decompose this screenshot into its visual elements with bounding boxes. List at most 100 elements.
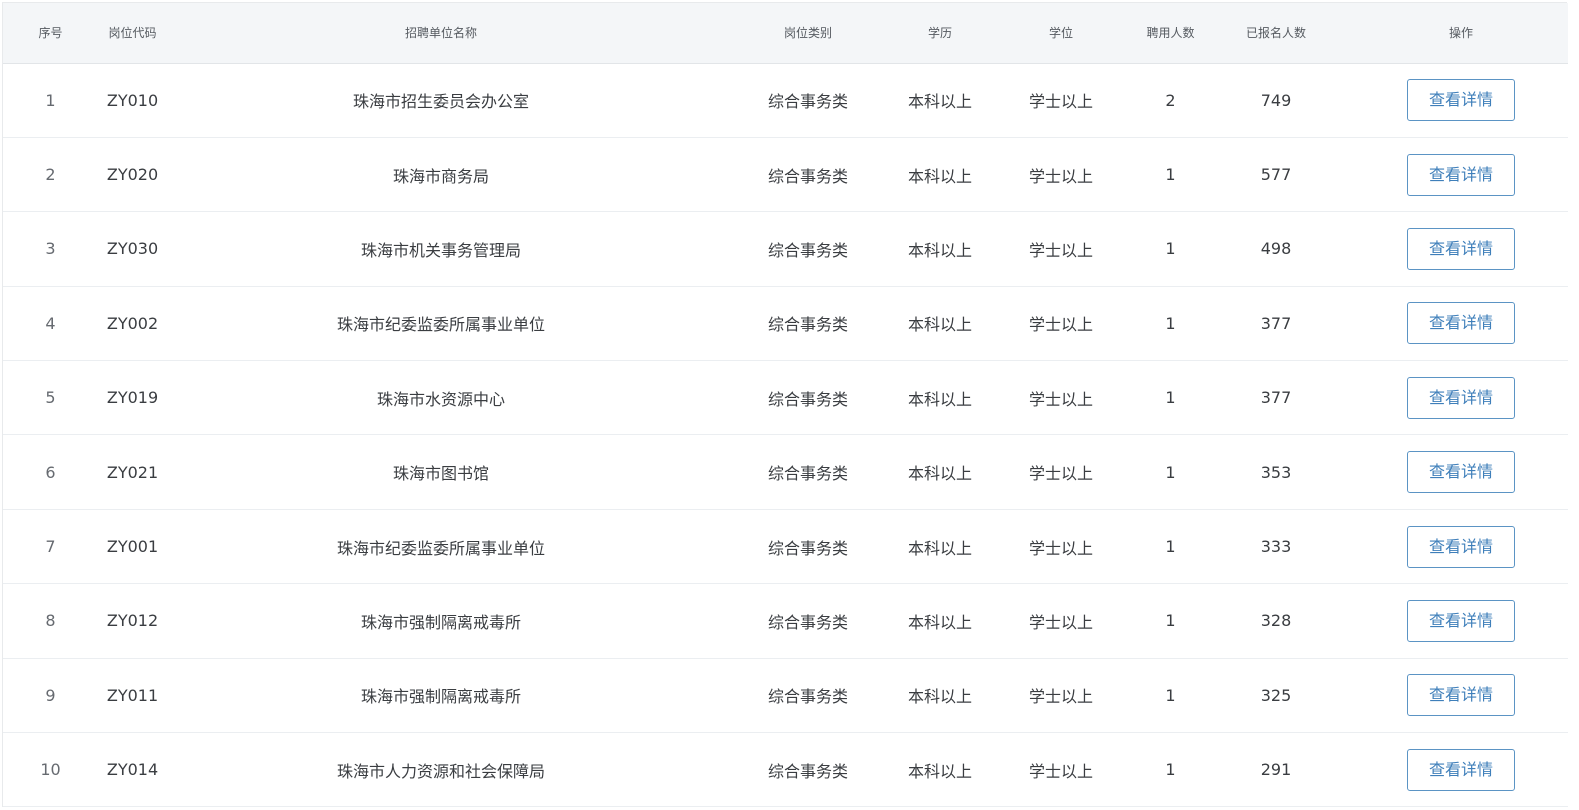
header-action: 操作: [1354, 3, 1568, 64]
cell-code: ZY011: [98, 658, 167, 734]
cell-education: 本科以上: [901, 732, 979, 808]
cell-unit: 珠海市人力资源和社会保障局: [167, 732, 715, 808]
cell-unit: 珠海市图书馆: [167, 434, 715, 510]
cell-category: 综合事务类: [715, 658, 901, 734]
cell-code: ZY019: [98, 360, 167, 436]
header-row: 序号 岗位代码 招聘单位名称 岗位类别 学历 学位 聘用人数 已报名人数 操作: [3, 3, 1568, 64]
table-row: 9 ZY011 珠海市强制隔离戒毒所 综合事务类 本科以上 学士以上 1 325…: [3, 658, 1568, 734]
view-details-button[interactable]: 查看详情: [1407, 153, 1515, 196]
cell-index: 6: [3, 434, 98, 510]
table-row: 1 ZY010 珠海市招生委员会办公室 综合事务类 本科以上 学士以上 2 74…: [3, 63, 1568, 138]
cell-code: ZY020: [98, 137, 167, 213]
cell-education: 本科以上: [901, 509, 979, 585]
cell-code: ZY030: [98, 211, 167, 287]
cell-category: 综合事务类: [715, 286, 901, 362]
cell-applied-count: 377: [1198, 286, 1354, 362]
cell-index: 10: [3, 732, 98, 808]
cell-unit: 珠海市强制隔离戒毒所: [167, 658, 715, 734]
view-details-button[interactable]: 查看详情: [1407, 599, 1515, 642]
view-details-button[interactable]: 查看详情: [1407, 79, 1515, 122]
cell-applied-count: 328: [1198, 583, 1354, 659]
view-details-button[interactable]: 查看详情: [1407, 376, 1515, 419]
cell-code: ZY014: [98, 732, 167, 808]
header-unit: 招聘单位名称: [167, 3, 715, 64]
cell-degree: 学士以上: [979, 137, 1143, 213]
header-category: 岗位类别: [715, 3, 901, 64]
view-details-button[interactable]: 查看详情: [1407, 227, 1515, 270]
header-hire-count: 聘用人数: [1143, 3, 1198, 64]
cell-education: 本科以上: [901, 63, 979, 138]
cell-category: 综合事务类: [715, 732, 901, 808]
cell-category: 综合事务类: [715, 583, 901, 659]
view-details-button[interactable]: 查看详情: [1407, 525, 1515, 568]
cell-hire-count: 1: [1143, 509, 1198, 585]
cell-degree: 学士以上: [979, 286, 1143, 362]
table-body: 1 ZY010 珠海市招生委员会办公室 综合事务类 本科以上 学士以上 2 74…: [3, 63, 1568, 808]
cell-applied-count: 291: [1198, 732, 1354, 808]
cell-action: 查看详情: [1354, 434, 1568, 510]
view-details-button[interactable]: 查看详情: [1407, 302, 1515, 345]
cell-code: ZY001: [98, 509, 167, 585]
cell-degree: 学士以上: [979, 658, 1143, 734]
cell-hire-count: 1: [1143, 360, 1198, 436]
cell-hire-count: 1: [1143, 286, 1198, 362]
cell-action: 查看详情: [1354, 732, 1568, 808]
cell-category: 综合事务类: [715, 137, 901, 213]
cell-unit: 珠海市水资源中心: [167, 360, 715, 436]
cell-action: 查看详情: [1354, 63, 1568, 138]
cell-index: 5: [3, 360, 98, 436]
cell-unit: 珠海市招生委员会办公室: [167, 63, 715, 138]
cell-index: 9: [3, 658, 98, 734]
cell-education: 本科以上: [901, 137, 979, 213]
cell-unit: 珠海市商务局: [167, 137, 715, 213]
cell-hire-count: 1: [1143, 211, 1198, 287]
cell-unit: 珠海市纪委监委所属事业单位: [167, 286, 715, 362]
cell-hire-count: 1: [1143, 732, 1198, 808]
cell-degree: 学士以上: [979, 509, 1143, 585]
cell-applied-count: 498: [1198, 211, 1354, 287]
cell-code: ZY021: [98, 434, 167, 510]
header-index: 序号: [3, 3, 98, 64]
cell-degree: 学士以上: [979, 360, 1143, 436]
cell-applied-count: 577: [1198, 137, 1354, 213]
cell-code: ZY002: [98, 286, 167, 362]
cell-action: 查看详情: [1354, 286, 1568, 362]
cell-education: 本科以上: [901, 434, 979, 510]
cell-hire-count: 2: [1143, 63, 1198, 138]
cell-index: 8: [3, 583, 98, 659]
header-education: 学历: [901, 3, 979, 64]
cell-education: 本科以上: [901, 360, 979, 436]
cell-applied-count: 325: [1198, 658, 1354, 734]
cell-education: 本科以上: [901, 658, 979, 734]
header-degree: 学位: [979, 3, 1143, 64]
cell-category: 综合事务类: [715, 360, 901, 436]
table-row: 5 ZY019 珠海市水资源中心 综合事务类 本科以上 学士以上 1 377 查…: [3, 360, 1568, 436]
cell-degree: 学士以上: [979, 434, 1143, 510]
cell-action: 查看详情: [1354, 509, 1568, 585]
cell-action: 查看详情: [1354, 211, 1568, 287]
cell-applied-count: 749: [1198, 63, 1354, 138]
cell-hire-count: 1: [1143, 658, 1198, 734]
cell-hire-count: 1: [1143, 434, 1198, 510]
view-details-button[interactable]: 查看详情: [1407, 674, 1515, 717]
cell-applied-count: 377: [1198, 360, 1354, 436]
cell-index: 3: [3, 211, 98, 287]
cell-action: 查看详情: [1354, 583, 1568, 659]
cell-category: 综合事务类: [715, 434, 901, 510]
table-row: 10 ZY014 珠海市人力资源和社会保障局 综合事务类 本科以上 学士以上 1…: [3, 732, 1568, 808]
cell-action: 查看详情: [1354, 658, 1568, 734]
cell-education: 本科以上: [901, 286, 979, 362]
view-details-button[interactable]: 查看详情: [1407, 451, 1515, 494]
table-header: 序号 岗位代码 招聘单位名称 岗位类别 学历 学位 聘用人数 已报名人数 操作: [3, 3, 1568, 64]
table-row: 4 ZY002 珠海市纪委监委所属事业单位 综合事务类 本科以上 学士以上 1 …: [3, 286, 1568, 362]
cell-hire-count: 1: [1143, 583, 1198, 659]
cell-category: 综合事务类: [715, 211, 901, 287]
table-row: 8 ZY012 珠海市强制隔离戒毒所 综合事务类 本科以上 学士以上 1 328…: [3, 583, 1568, 659]
cell-action: 查看详情: [1354, 137, 1568, 213]
cell-applied-count: 353: [1198, 434, 1354, 510]
cell-applied-count: 333: [1198, 509, 1354, 585]
view-details-button[interactable]: 查看详情: [1407, 748, 1515, 791]
cell-unit: 珠海市纪委监委所属事业单位: [167, 509, 715, 585]
cell-index: 7: [3, 509, 98, 585]
cell-index: 4: [3, 286, 98, 362]
